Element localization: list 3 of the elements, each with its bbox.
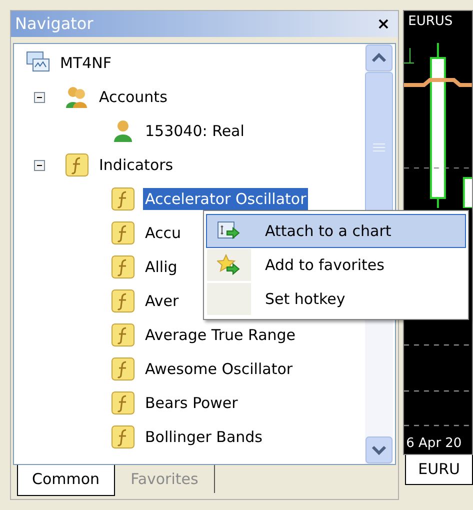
panel-title: Navigator — [15, 16, 94, 32]
date-label: 6 Apr 20 — [405, 437, 463, 453]
chart-title: EURUS — [407, 13, 454, 28]
